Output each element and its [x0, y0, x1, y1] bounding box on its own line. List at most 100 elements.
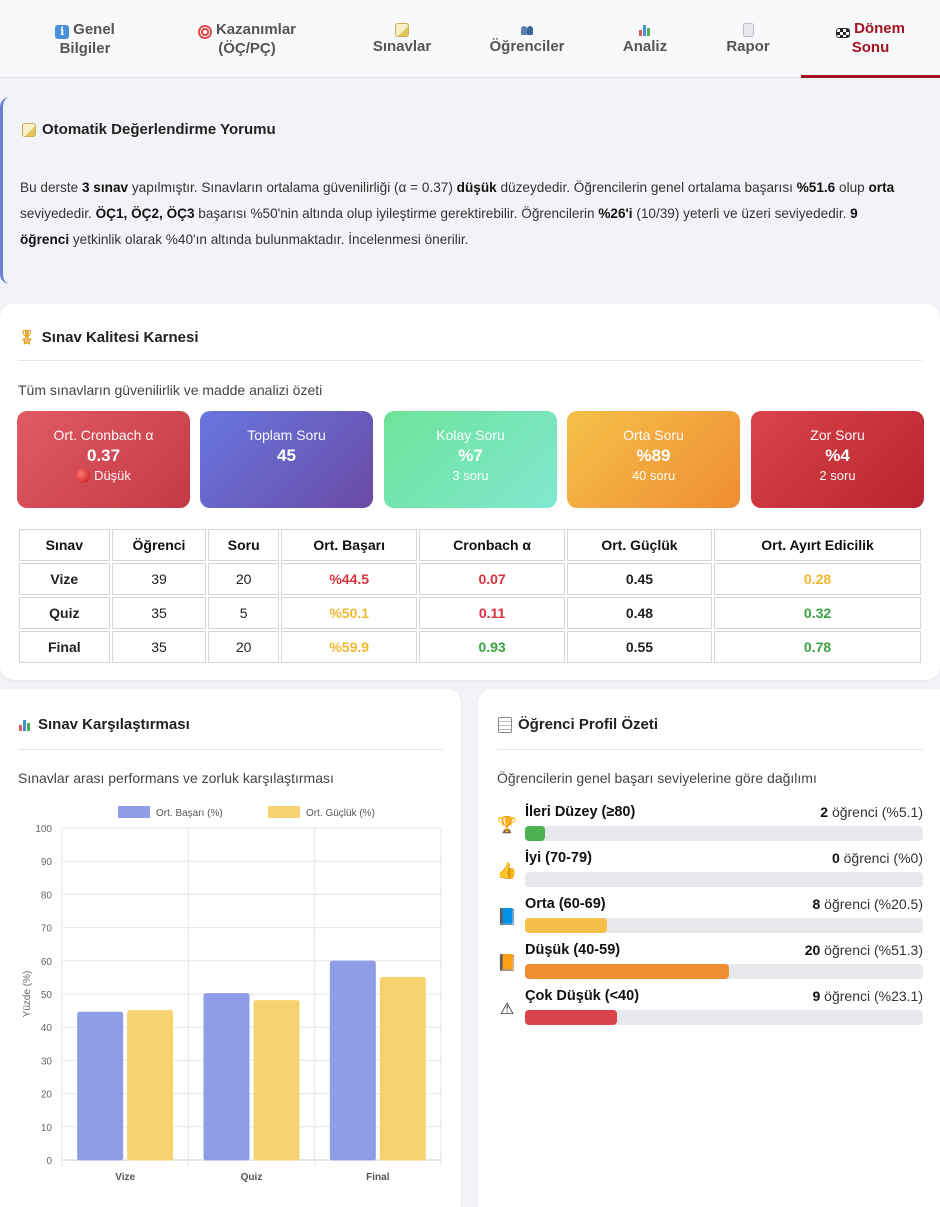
profile-level-progress-fill — [525, 964, 730, 979]
divider — [18, 360, 922, 361]
document-icon — [742, 22, 754, 37]
profile-level-count: 0 öğrenci (%0) — [831, 850, 923, 866]
profile-level-progress-fill — [525, 826, 546, 841]
trophy-icon: 🏆 — [497, 817, 517, 834]
profile-level-row: 📙 Düşük (40-59) 20 öğrenci (%51.3) — [497, 942, 923, 992]
profile-level-count: 20 öğrenci (%51.3) — [804, 942, 923, 958]
profile-level-row: 📘 Orta (60-69) 8 öğrenci (%20.5) — [497, 896, 923, 946]
column-header: Öğrenci — [111, 529, 207, 561]
tab-bar: i Genel Bilgiler Kazanımlar (ÖÇ/PÇ) Sınav… — [0, 0, 940, 78]
column-header: Ort. Başarı — [281, 529, 418, 561]
profile-level-name: İleri Düzey (≥80) — [525, 804, 636, 820]
clipboard-icon — [498, 716, 512, 733]
exam-quality-table: Sınav Öğrenci Soru Ort. Başarı Cronbach … — [17, 527, 923, 665]
y-tick-label: 100 — [35, 824, 52, 835]
stat-easy-questions: Kolay Soru %7 3 soru — [384, 411, 557, 508]
x-tick-label: Quiz — [241, 1172, 263, 1183]
tab-analiz[interactable]: Analiz — [605, 0, 685, 78]
table-cell: Final — [19, 631, 110, 663]
profile-level-name: Düşük (40-59) — [525, 942, 621, 958]
y-tick-label: 80 — [41, 890, 53, 901]
table-cell: 0.93 — [419, 631, 565, 663]
table-row: Final 35 20 %59.9 0.93 0.55 0.78 — [19, 631, 921, 663]
tab-rapor[interactable]: Rapor — [708, 0, 788, 78]
table-cell: 35 — [111, 597, 207, 629]
tab-ogrenciler[interactable]: Öğrenciler — [472, 0, 582, 78]
profile-level-row: 👍 İyi (70-79) 0 öğrenci (%0) — [497, 850, 923, 900]
divider — [18, 749, 443, 750]
table-header-row: Sınav Öğrenci Soru Ort. Başarı Cronbach … — [19, 529, 921, 561]
exam-comparison-title: Sınav Karşılaştırması — [18, 716, 190, 733]
table-cell: 5 — [208, 597, 280, 629]
profile-level-count: 8 öğrenci (%20.5) — [812, 896, 923, 912]
profile-level-progress-track — [525, 826, 923, 841]
legend-label: Ort. Güçlük (%) — [306, 808, 375, 819]
bar-chart-icon — [18, 718, 32, 732]
y-tick-label: 0 — [46, 1156, 52, 1167]
table-cell: 0.78 — [714, 631, 921, 663]
tab-kazanimlar[interactable]: Kazanımlar (ÖÇ/PÇ) — [172, 0, 322, 78]
auto-evaluation-text: Bu derste 3 sınav yapılmıştır. Sınavları… — [20, 180, 895, 247]
y-tick-label: 60 — [41, 957, 53, 968]
student-profile-title: Öğrenci Profil Özeti — [498, 716, 658, 733]
y-tick-label: 10 — [41, 1123, 53, 1134]
info-icon: i — [55, 25, 70, 39]
bar-quiz-series-2 — [253, 1000, 300, 1161]
table-cell: 0.32 — [714, 597, 921, 629]
profile-level-progress-track — [525, 872, 923, 887]
table-cell: Vize — [19, 563, 110, 595]
stat-cronbach: Ort. Cronbach α 0.37 Düşük — [17, 411, 190, 508]
profile-level-count: 2 öğrenci (%5.1) — [820, 804, 923, 820]
bar-final-series-2 — [379, 976, 426, 1161]
stat-total-questions: Toplam Soru 45 — [200, 411, 373, 508]
x-tick-label: Final — [366, 1172, 390, 1183]
tab-genel-bilgiler[interactable]: i Genel Bilgiler — [20, 0, 150, 78]
memo-icon — [22, 122, 36, 137]
target-icon — [197, 25, 212, 39]
table-row: Quiz 35 5 %50.1 0.11 0.48 0.32 — [19, 597, 921, 629]
table-cell: 0.55 — [566, 631, 713, 663]
red-circle-icon — [76, 468, 91, 483]
x-tick-label: Vize — [115, 1172, 135, 1183]
table-cell: 20 — [208, 563, 280, 595]
column-header: Ort. Ayırt Edicilik — [714, 529, 921, 561]
profile-level-progress-track — [525, 918, 923, 933]
thumbs-up-icon: 👍 — [497, 863, 517, 880]
table-cell: Quiz — [19, 597, 110, 629]
divider — [497, 749, 923, 750]
y-tick-label: 20 — [41, 1090, 53, 1101]
bar-quiz-series-1 — [203, 993, 250, 1161]
column-header: Soru — [208, 529, 280, 561]
table-cell: 0.48 — [566, 597, 713, 629]
table-row: Vize 39 20 %44.5 0.07 0.45 0.28 — [19, 563, 921, 595]
exam-comparison-subtitle: Sınavlar arası performans ve zorluk karş… — [18, 770, 334, 786]
tab-donem-sonu[interactable]: Dönem Sonu — [801, 0, 940, 78]
y-axis-label: Yüzde (%) — [22, 971, 33, 1018]
y-tick-label: 30 — [41, 1056, 53, 1067]
memo-icon — [395, 22, 409, 37]
legend-swatch — [118, 806, 150, 818]
column-header: Ort. Güçlük — [566, 529, 713, 561]
blue-book-icon: 📘 — [497, 909, 517, 926]
profile-level-count: 9 öğrenci (%23.1) — [812, 988, 923, 1004]
orange-book-icon: 📙 — [497, 955, 517, 972]
checkered-flag-icon — [836, 27, 851, 38]
table-cell: 35 — [111, 631, 207, 663]
stat-medium-questions: Orta Soru %89 40 soru — [567, 411, 740, 508]
y-tick-label: 40 — [41, 1023, 53, 1034]
people-icon — [520, 23, 534, 37]
student-profile-subtitle: Öğrencilerin genel başarı seviyelerine g… — [497, 770, 817, 786]
column-header: Cronbach α — [419, 529, 565, 561]
y-tick-label: 90 — [41, 857, 53, 868]
profile-level-row: ⚠ Çok Düşük (<40) 9 öğrenci (%23.1) — [497, 988, 923, 1038]
column-header: Sınav — [19, 529, 110, 561]
table-cell: 0.11 — [419, 597, 565, 629]
table-cell: 39 — [111, 563, 207, 595]
profile-level-progress-fill — [525, 1010, 617, 1025]
profile-level-name: Orta (60-69) — [525, 896, 606, 912]
bar-final-series-1 — [329, 960, 376, 1161]
tab-sinavlar[interactable]: Sınavlar — [352, 0, 452, 78]
profile-level-name: Çok Düşük (<40) — [525, 988, 640, 1004]
table-cell: 0.07 — [419, 563, 565, 595]
profile-level-progress-track — [525, 964, 923, 979]
